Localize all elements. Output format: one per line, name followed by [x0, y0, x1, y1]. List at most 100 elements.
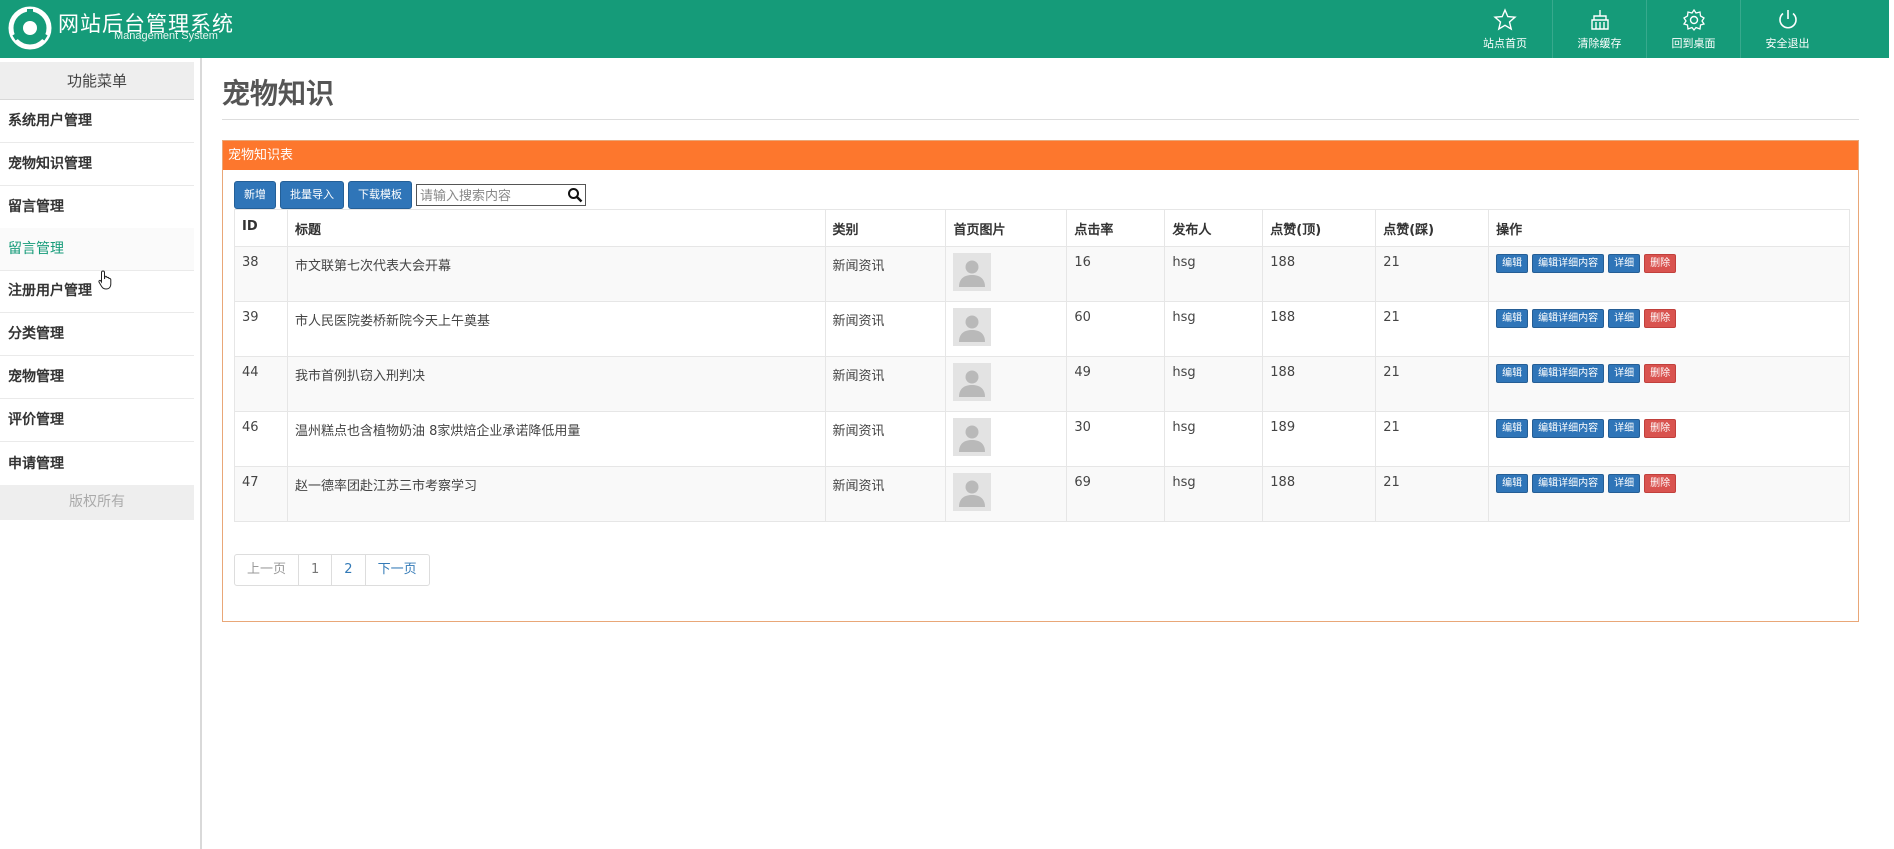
prev-page-link[interactable]: 上一页	[235, 555, 298, 585]
cell-id: 38	[234, 246, 288, 302]
cell-image	[945, 246, 1068, 302]
nav-clear-cache[interactable]: 清除缓存	[1552, 0, 1646, 58]
cell-publisher: hsg	[1164, 301, 1264, 357]
sidebar-item-categories[interactable]: 分类管理	[0, 313, 194, 356]
table-header-row: ID 标题 类别 首页图片 点击率 发布人 点赞(顶) 点赞(踩) 操作	[234, 209, 1850, 247]
logo-icon	[8, 6, 52, 50]
edit-detail-button[interactable]: 编辑详细内容	[1532, 364, 1605, 383]
delete-button[interactable]: 删除	[1644, 419, 1677, 438]
cell-category: 新闻资讯	[824, 301, 947, 357]
table-row: 46 温州糕点也含植物奶油 8家烘焙企业承诺降低用量 新闻资讯 30 hsg 1…	[234, 411, 1850, 467]
sidebar-item-pets[interactable]: 宠物管理	[0, 356, 194, 399]
avatar-placeholder-icon	[953, 473, 992, 511]
sidebar-item-applications[interactable]: 申请管理	[0, 443, 194, 486]
detail-button[interactable]: 详细	[1608, 474, 1641, 493]
sidebar-item-reviews[interactable]: 评价管理	[0, 399, 194, 442]
sidebar: 功能菜单 系统用户管理 宠物知识管理 留言管理 留言管理 注册用户管理 分类管理…	[0, 58, 202, 849]
detail-button[interactable]: 详细	[1608, 419, 1641, 438]
cell-publisher: hsg	[1164, 466, 1264, 522]
cell-ops: 编辑 编辑详细内容 详细 删除	[1488, 411, 1850, 467]
edit-button[interactable]: 编辑	[1496, 254, 1529, 273]
title-divider	[222, 119, 1859, 120]
edit-detail-button[interactable]: 编辑详细内容	[1532, 254, 1605, 273]
download-template-button[interactable]: 下载模板	[348, 181, 412, 209]
header-nav: 站点首页 清除缓存 回到桌面 安全退出	[1458, 0, 1834, 58]
cell-clicks: 69	[1066, 466, 1166, 522]
delete-button[interactable]: 删除	[1644, 254, 1677, 273]
cell-image	[945, 301, 1068, 357]
nav-site-home[interactable]: 站点首页	[1458, 0, 1552, 58]
edit-detail-button[interactable]: 编辑详细内容	[1532, 309, 1605, 328]
sidebar-item-pet-knowledge[interactable]: 宠物知识管理	[0, 143, 194, 186]
table-row: 38 市文联第七次代表大会开幕 新闻资讯 16 hsg 188 21 编辑 编辑…	[234, 246, 1850, 302]
delete-button[interactable]: 删除	[1644, 474, 1677, 493]
app-subtitle: Management System	[114, 30, 218, 42]
broom-icon	[1590, 9, 1609, 30]
cell-up: 188	[1262, 246, 1377, 302]
cell-clicks: 49	[1066, 356, 1166, 412]
edit-detail-button[interactable]: 编辑详细内容	[1532, 419, 1605, 438]
cell-clicks: 16	[1066, 246, 1166, 302]
col-down: 点赞(踩)	[1375, 209, 1490, 247]
detail-button[interactable]: 详细	[1608, 364, 1641, 383]
edit-detail-button[interactable]: 编辑详细内容	[1532, 474, 1605, 493]
panel-title: 宠物知识表	[223, 141, 1858, 170]
add-button[interactable]: 新增	[234, 181, 276, 209]
edit-button[interactable]: 编辑	[1496, 364, 1529, 383]
col-up: 点赞(顶)	[1262, 209, 1377, 247]
sidebar-item-registered-users[interactable]: 注册用户管理	[0, 270, 194, 313]
detail-button[interactable]: 详细	[1608, 309, 1641, 328]
page-1-link[interactable]: 1	[298, 555, 331, 585]
cell-down: 21	[1375, 301, 1490, 357]
cell-title: 我市首例扒窃入刑判决	[286, 356, 826, 412]
star-icon	[1493, 7, 1517, 30]
search-input[interactable]	[417, 186, 567, 207]
cell-ops: 编辑 编辑详细内容 详细 删除	[1488, 246, 1850, 302]
detail-button[interactable]: 详细	[1608, 254, 1641, 273]
next-page-link[interactable]: 下一页	[364, 555, 429, 585]
nav-back-desktop[interactable]: 回到桌面	[1646, 0, 1740, 58]
search-box	[416, 184, 586, 207]
cell-image	[945, 411, 1068, 467]
col-image: 首页图片	[945, 209, 1068, 247]
nav-label: 回到桌面	[1671, 36, 1716, 50]
nav-label: 清除缓存	[1577, 36, 1622, 50]
cell-category: 新闻资讯	[824, 411, 947, 467]
page-2-link[interactable]: 2	[331, 555, 364, 585]
table-row: 44 我市首例扒窃入刑判决 新闻资讯 49 hsg 188 21 编辑 编辑详细…	[234, 356, 1850, 412]
gear-icon	[1682, 8, 1705, 31]
power-icon	[1778, 9, 1797, 28]
cell-title: 赵一德率团赴江苏三市考察学习	[286, 466, 826, 522]
cell-up: 189	[1262, 411, 1377, 467]
edit-button[interactable]: 编辑	[1496, 474, 1529, 493]
avatar-placeholder-icon	[953, 253, 992, 291]
sidebar-item-system-users[interactable]: 系统用户管理	[0, 100, 194, 143]
nav-logout[interactable]: 安全退出	[1740, 0, 1834, 58]
top-header: 网站后台管理系统 Management System 站点首页 清除缓存 回到桌…	[0, 0, 1894, 58]
edit-button[interactable]: 编辑	[1496, 419, 1529, 438]
pagination: 上一页 1 2 下一页	[234, 554, 430, 586]
cell-id: 44	[234, 356, 288, 412]
edit-button[interactable]: 编辑	[1496, 309, 1529, 328]
delete-button[interactable]: 删除	[1644, 309, 1677, 328]
cell-title: 市人民医院娄桥新院今天上午奠基	[286, 301, 826, 357]
search-icon[interactable]	[567, 187, 583, 203]
batch-import-button[interactable]: 批量导入	[280, 181, 344, 209]
delete-button[interactable]: 删除	[1644, 364, 1677, 383]
sidebar-item-messages-active[interactable]: 留言管理	[0, 228, 194, 271]
nav-label: 安全退出	[1765, 36, 1810, 50]
toolbar: 新增 批量导入 下载模板	[234, 181, 586, 209]
avatar-placeholder-icon	[953, 418, 992, 456]
cell-image	[945, 356, 1068, 412]
knowledge-table: ID 标题 类别 首页图片 点击率 发布人 点赞(顶) 点赞(踩) 操作 38 …	[234, 209, 1850, 522]
cell-publisher: hsg	[1164, 246, 1264, 302]
nav-label: 站点首页	[1483, 36, 1527, 50]
col-publisher: 发布人	[1164, 209, 1264, 247]
sidebar-item-messages[interactable]: 留言管理	[0, 186, 194, 229]
cell-title: 市文联第七次代表大会开幕	[286, 246, 826, 302]
cell-clicks: 60	[1066, 301, 1166, 357]
cell-category: 新闻资讯	[824, 356, 947, 412]
cell-title: 温州糕点也含植物奶油 8家烘焙企业承诺降低用量	[286, 411, 826, 467]
cell-clicks: 30	[1066, 411, 1166, 467]
cell-id: 47	[234, 466, 288, 522]
